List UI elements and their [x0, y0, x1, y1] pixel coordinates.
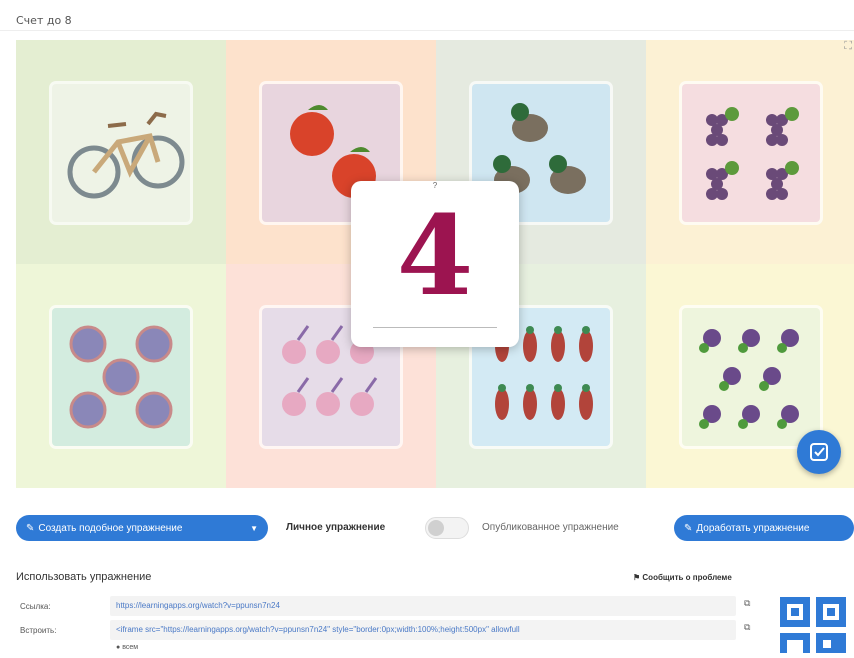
embed-field[interactable]: <iframe src="https://learningapps.org/wa… — [110, 620, 736, 640]
toggle-knob — [428, 520, 444, 536]
globe-icon: ● — [116, 644, 121, 651]
embed-label: Встроить: — [20, 626, 57, 635]
question-mark: ? — [432, 181, 438, 190]
pencil-icon: ✎ — [684, 522, 693, 534]
check-icon — [810, 443, 828, 461]
flag-icon: ⚑ — [633, 573, 641, 582]
access-label: всем — [122, 644, 139, 651]
link-label: Ссылка: — [20, 602, 51, 611]
report-problem-link[interactable]: ⚑ Сообщить о проблеме — [633, 573, 732, 582]
grapes-card[interactable] — [682, 84, 820, 222]
report-label: Сообщить о проблеме — [642, 573, 732, 582]
bicycle-card[interactable] — [52, 84, 190, 222]
balls-card[interactable] — [52, 308, 190, 446]
caret-down-icon: ▼ — [250, 523, 258, 533]
qr-code[interactable] — [778, 595, 848, 653]
ball-icon — [69, 325, 173, 429]
publish-toggle[interactable] — [425, 517, 469, 539]
tile-balls[interactable] — [16, 264, 226, 488]
fullscreen-icon[interactable]: ⛶ — [844, 40, 852, 53]
target-number: 4 — [396, 191, 474, 320]
copy-embed-icon[interactable]: ⧉ — [744, 622, 750, 633]
refine-label: Доработать упражнение — [696, 522, 810, 534]
flowers-card[interactable] — [682, 308, 820, 446]
create-similar-button[interactable]: ✎ Создать подобное упражнение ▼ — [16, 515, 268, 541]
edit-icon: ✎ — [26, 522, 35, 534]
refine-button[interactable]: ✎ Доработать упражнение — [674, 515, 854, 541]
private-label: Личное упражнение — [286, 522, 386, 533]
qr-code-icon — [780, 597, 846, 653]
tile-grapes[interactable] — [646, 40, 854, 264]
flower-icon — [699, 329, 799, 429]
number-card: ? 4 — [351, 181, 519, 347]
tile-bicycle[interactable] — [16, 40, 226, 264]
copy-link-icon[interactable]: ⧉ — [744, 598, 750, 609]
access-setting[interactable]: ● всем — [116, 644, 138, 651]
link-field[interactable]: https://learningapps.org/watch?v=ppunsn7… — [110, 596, 736, 616]
exercise-toolbar: ✎ Создать подобное упражнение ▼ Личное у… — [16, 515, 854, 543]
grape-icon — [706, 107, 799, 200]
page-title: Счет до 8 — [16, 14, 72, 27]
bicycle-icon — [67, 111, 185, 199]
check-answer-button[interactable] — [797, 430, 841, 474]
create-similar-label: Создать подобное упражнение — [38, 522, 183, 534]
use-exercise-heading: Использовать упражнение — [16, 571, 152, 583]
published-label: Опубликованное упражнение — [482, 522, 619, 533]
answer-line — [373, 327, 497, 328]
header-divider — [0, 30, 854, 31]
